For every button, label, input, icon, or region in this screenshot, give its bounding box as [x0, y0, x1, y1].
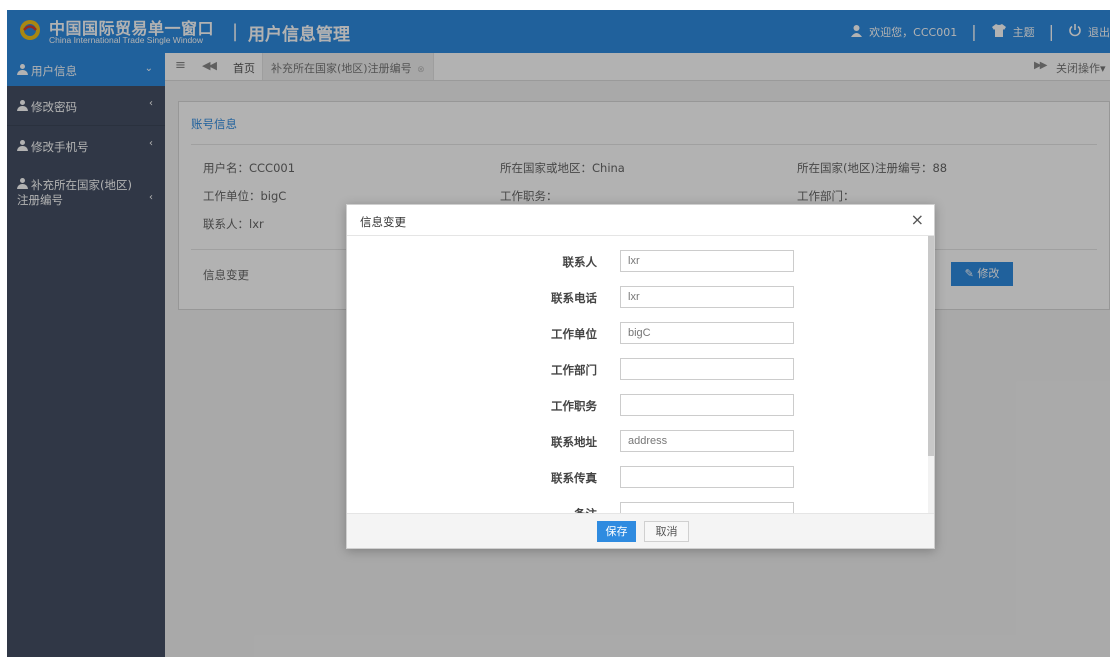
form-label: 联系传真 — [551, 471, 597, 485]
dialog-scrollbar[interactable] — [928, 236, 934, 513]
form-row-phone: 联系电话 lxr — [347, 286, 927, 308]
form-row-remarks: 备注 — [347, 502, 927, 513]
scrollbar-thumb[interactable] — [928, 236, 934, 456]
close-icon[interactable]: × — [911, 210, 924, 229]
remarks-input[interactable] — [620, 502, 794, 513]
form-label: 工作职务 — [551, 399, 597, 413]
contact-input[interactable]: lxr — [620, 250, 794, 272]
work-unit-input[interactable]: bigC — [620, 322, 794, 344]
job-title-input[interactable] — [620, 394, 794, 416]
form-label: 备注 — [574, 506, 597, 513]
save-button[interactable]: 保存 — [597, 521, 636, 542]
form-row-work-unit: 工作单位 bigC — [347, 322, 927, 344]
info-change-dialog: 信息变更 × 联系人 lxr 联系电话 lxr 工作单位 bigC 工作部门 工… — [346, 204, 935, 549]
cancel-button[interactable]: 取消 — [644, 521, 689, 542]
form-row-address: 联系地址 address — [347, 430, 927, 452]
form-label: 联系地址 — [551, 435, 597, 449]
form-label: 联系人 — [562, 255, 598, 269]
fax-input[interactable] — [620, 466, 794, 488]
app-window: 中国国际贸易单一窗口 China International Trade Sin… — [7, 10, 1110, 657]
form-label: 工作部门 — [551, 363, 597, 377]
dialog-footer: 保存 取消 — [347, 513, 934, 548]
form-label: 工作单位 — [551, 327, 597, 341]
dialog-header: 信息变更 × — [347, 205, 934, 236]
form-label: 联系电话 — [551, 291, 597, 305]
address-input[interactable]: address — [620, 430, 794, 452]
phone-input[interactable]: lxr — [620, 286, 794, 308]
form-row-contact: 联系人 lxr — [347, 250, 927, 272]
dialog-title: 信息变更 — [360, 215, 406, 229]
dialog-body: 联系人 lxr 联系电话 lxr 工作单位 bigC 工作部门 工作职务 联系地… — [347, 236, 934, 513]
form-row-job-title: 工作职务 — [347, 394, 927, 416]
department-input[interactable] — [620, 358, 794, 380]
form-row-department: 工作部门 — [347, 358, 927, 380]
form-row-fax: 联系传真 — [347, 466, 927, 488]
